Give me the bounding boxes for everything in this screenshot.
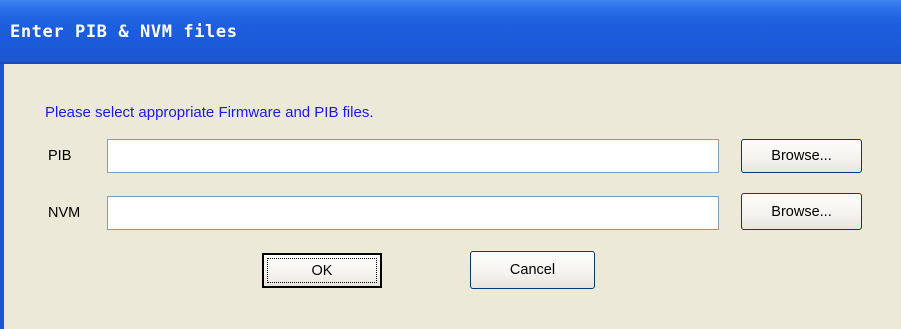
- dialog-title: Enter PIB & NVM files: [10, 22, 238, 42]
- pib-browse-button[interactable]: Browse...: [741, 139, 862, 173]
- cancel-button-label: Cancel: [509, 262, 556, 278]
- nvm-browse-label: Browse...: [771, 203, 832, 220]
- pib-browse-label: Browse...: [771, 148, 832, 164]
- title-bar[interactable]: Enter PIB & NVM files: [0, 0, 901, 64]
- ok-button[interactable]: OK: [262, 253, 382, 288]
- pib-label: PIB: [48, 148, 72, 164]
- window-left-border: [0, 64, 4, 329]
- nvm-file-input[interactable]: [107, 196, 719, 230]
- dialog-window: Enter PIB & NVM files Please select appr…: [0, 0, 901, 329]
- ok-button-label: OK: [311, 262, 333, 279]
- instruction-text: Please select appropriate Firmware and P…: [45, 104, 374, 121]
- cancel-button[interactable]: Cancel: [470, 251, 595, 289]
- nvm-browse-button[interactable]: Browse...: [741, 193, 862, 230]
- nvm-label: NVM: [48, 205, 81, 221]
- pib-file-input[interactable]: [107, 139, 719, 173]
